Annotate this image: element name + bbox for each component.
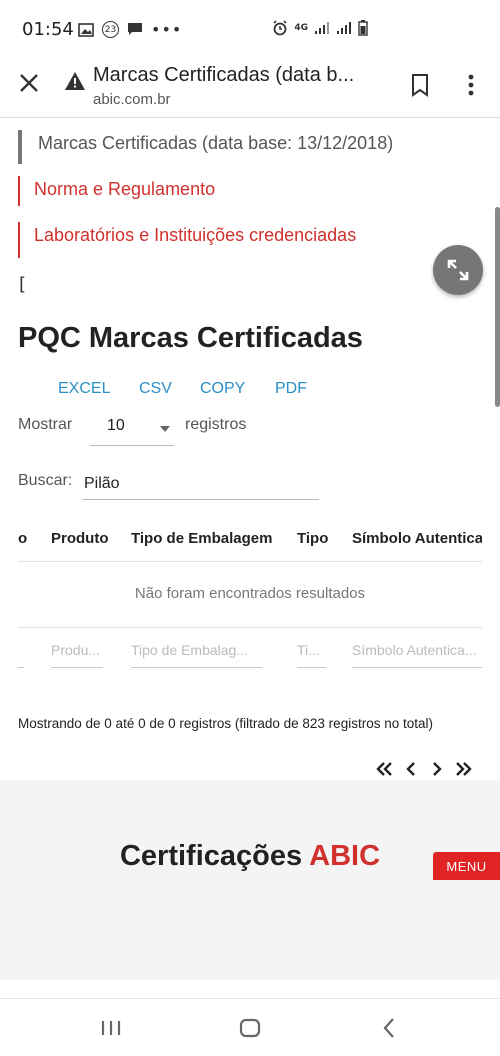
column-filter-produto[interactable]: Produ... [51,642,103,668]
expand-icon [447,259,469,281]
double-chevron-right-icon [456,762,472,776]
alarm-icon [273,20,287,36]
length-control: Mostrar 10 registros [18,416,318,452]
empty-table-message: Não foram encontrados resultados [18,562,482,628]
footer-title-accent: ABIC [309,840,381,872]
status-bar: 01:54 23 ••• 4G [0,0,500,56]
last-page-button[interactable] [450,758,476,780]
column-header-tipo-embalagem[interactable]: Tipo de Embalagem [131,530,272,547]
stray-bracket-text: [ [19,274,27,295]
message-icon [128,23,142,35]
notification-count-badge: 23 [102,21,119,38]
table-header: o Produto Tipo de Embalagem Tipo Símbolo… [18,516,482,562]
signal-2-icon [337,22,351,34]
submenu-item-laboratorios[interactable]: Laboratórios e Instituições credenciadas [18,222,356,258]
status-notifications: 23 ••• [78,20,182,39]
search-control: Buscar: [18,468,328,506]
close-icon[interactable] [16,70,42,96]
page-scrollbar[interactable] [495,207,500,407]
pagination [372,758,476,780]
length-prefix-label: Mostrar [18,416,73,433]
export-excel-button[interactable]: EXCEL [58,380,139,398]
footer-title: Certificações ABIC [0,840,500,873]
column-filter-tipo[interactable]: Ti... [297,642,326,668]
search-label: Buscar: [18,472,73,489]
search-input[interactable] [82,468,319,500]
more-notifications-icon: ••• [151,20,183,39]
next-page-button[interactable] [424,758,450,780]
page-tab-title[interactable]: Marcas Certificadas (data b... [93,64,354,87]
column-header-tipo[interactable]: Tipo [297,530,328,547]
submenu-item-norma-regulamento[interactable]: Norma e Regulamento [18,176,215,206]
home-icon[interactable] [237,1015,263,1041]
fullscreen-button[interactable] [433,245,483,295]
column-filter-simbolo[interactable]: Símbolo Autentica... [352,642,482,668]
column-header-produto[interactable]: Produto [51,530,109,547]
signal-icon [315,22,329,34]
chevron-left-icon [406,762,415,776]
footer-section [0,780,500,980]
data-table: o Produto Tipo de Embalagem Tipo Símbolo… [18,516,482,676]
export-buttons: EXCEL CSV COPY PDF [58,380,307,398]
page-title: PQC Marcas Certificadas [18,322,363,354]
network-type-label: 4G [294,23,308,33]
status-system-icons: 4G [272,20,368,36]
page-length-select[interactable]: 10 [90,414,174,446]
table-info-text: Mostrando de 0 até 0 de 0 registros (fil… [18,716,433,731]
more-options-icon[interactable] [463,72,479,98]
battery-icon [358,20,368,36]
page-length-value: 10 [107,417,125,434]
android-navigation-bar [0,998,500,1056]
export-csv-button[interactable]: CSV [139,380,200,398]
export-copy-button[interactable]: COPY [200,380,275,398]
footer-title-main: Certificações [119,840,303,872]
first-page-button[interactable] [372,758,398,780]
status-time: 01:54 [22,19,74,40]
back-icon[interactable] [377,1015,403,1041]
chevron-down-icon [160,426,170,432]
page-domain[interactable]: abic.com.br [93,91,171,108]
column-header-simbolo[interactable]: Símbolo Autentica [352,530,482,547]
export-pdf-button[interactable]: PDF [275,380,307,398]
menu-button[interactable]: MENU [433,852,500,880]
bookmark-icon[interactable] [408,72,432,98]
chevron-right-icon [433,762,442,776]
previous-page-button[interactable] [398,758,424,780]
length-suffix-label: registros [185,416,247,433]
browser-url-bar: Marcas Certificadas (data b... abic.com.… [0,56,500,118]
column-filters: Produ... Tipo de Embalag... Ti... Símbol… [18,628,482,676]
column-filter-partial[interactable] [18,642,24,668]
double-chevron-left-icon [376,762,392,776]
column-filter-tipo-embalagem[interactable]: Tipo de Embalag... [131,642,262,668]
submenu-item-marcas-certificadas[interactable]: Marcas Certificadas (data base: 13/12/20… [18,130,393,164]
column-header-partial[interactable]: o [18,530,27,547]
warning-icon[interactable] [64,70,86,92]
gallery-icon [78,22,94,37]
recent-apps-icon[interactable] [98,1015,124,1041]
